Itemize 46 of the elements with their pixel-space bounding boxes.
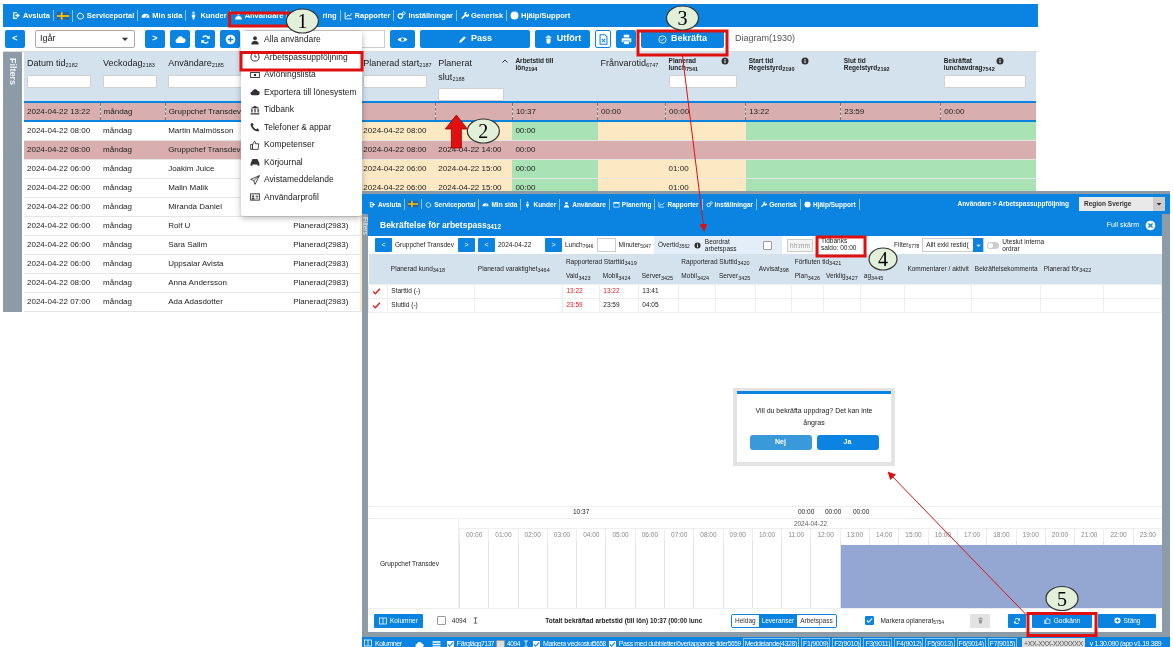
table-cell: 2024-04-22 07:00 (24, 292, 101, 311)
table-cell: 2024-04-22 06:00 (24, 216, 101, 235)
step-marker: 3 (665, 5, 700, 31)
table-cell: måndag (100, 102, 166, 121)
diagram-label: Diagram(1930) (735, 32, 796, 46)
table-cell: måndag (100, 197, 166, 216)
menu-item[interactable]: Alla användare (241, 31, 362, 49)
table-cell: måndag (100, 121, 166, 140)
table-cell: måndag (100, 235, 166, 254)
table-cell: 2024-04-22 13:22 (24, 102, 101, 121)
toolbar-button[interactable]: Pass (420, 30, 530, 48)
table-cell: måndag (100, 178, 166, 197)
menu-item[interactable]: Exportera till lönesystem (241, 83, 362, 101)
nav-button[interactable]: > (145, 30, 165, 48)
table-cell: Ada Adasdotter (165, 292, 291, 311)
table-cell: 2024-04-22 06:00 (24, 235, 101, 254)
column-header[interactable]: Datum tid$_{2182}$ (27, 57, 78, 71)
column-header[interactable]: Användare$_{2185}$ (168, 57, 224, 71)
menu-item[interactable]: Avlöningslista (241, 66, 362, 84)
toolbar-button[interactable]: Utfört (535, 30, 590, 48)
table-cell: måndag (100, 273, 166, 292)
table-cell: måndag (100, 292, 166, 311)
table-cell: måndag (100, 140, 166, 159)
step-marker: 1 (285, 8, 319, 34)
table-cell: 2024-04-22 08:00 (24, 140, 101, 159)
step-marker: 2 (466, 118, 500, 144)
menu-item[interactable]: Arbetspassuppföljning (241, 48, 362, 66)
table-cell: måndag (100, 254, 166, 273)
step-marker: 4 (868, 247, 898, 271)
table-cell: Sara Salim (165, 235, 291, 254)
dialog-title: Bekräftelse för arbetspass$_{3412}$ (380, 218, 501, 232)
table-cell: Uppsalar Avista (165, 254, 291, 273)
table-cell: 00:00 (512, 140, 598, 159)
table-cell: 2024-04-22 08:00 (24, 273, 101, 292)
table-cell: 2024-04-22 06:00 (24, 197, 101, 216)
table-cell: Anna Andersson (165, 273, 291, 292)
table-cell: 2024-04-22 06:00 (24, 178, 101, 197)
date-select[interactable]: Igår (35, 30, 135, 48)
filters-panel[interactable]: Filters (3, 52, 22, 312)
table-cell: måndag (100, 216, 166, 235)
nav-button[interactable]: < (5, 30, 25, 48)
step-marker: 5 (1045, 585, 1079, 612)
table-cell: 2024-04-22 08:00 (24, 121, 101, 140)
table-cell: 2024-04-22 06:00 (24, 254, 101, 273)
table-cell: 2024-04-22 06:00 (24, 159, 101, 178)
table-cell: måndag (100, 159, 166, 178)
